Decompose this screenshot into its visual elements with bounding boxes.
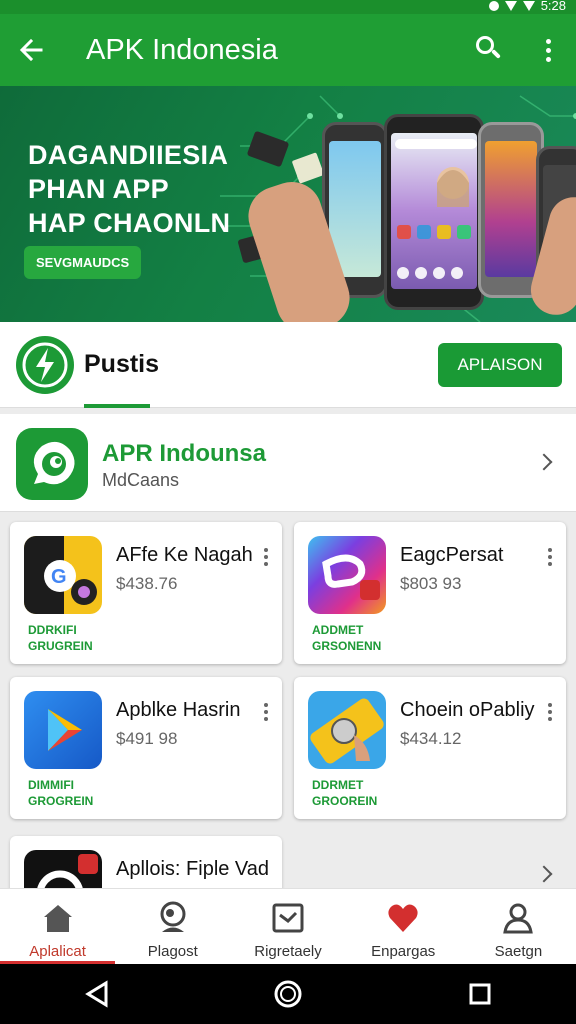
square-recents-icon	[469, 983, 491, 1005]
status-time: 5:28	[540, 0, 566, 13]
triangle-back-icon	[85, 980, 108, 1008]
more-vert-icon[interactable]	[546, 548, 554, 568]
banner-headline: DAGANDIIESIA PHAN APP HAP CHAONLN	[28, 140, 231, 238]
wifi-icon	[504, 0, 517, 11]
card-title: Apblke Hasrin	[116, 699, 241, 721]
more-options-button[interactable]	[534, 30, 562, 70]
battery-app-icon	[308, 691, 386, 769]
nav-item-account[interactable]: Plagost	[115, 889, 230, 964]
colorful-app-icon	[308, 536, 386, 614]
app-subtitle: MdCaans	[102, 470, 180, 490]
inbox-icon	[272, 903, 304, 933]
active-tab-indicator	[84, 404, 150, 408]
app-title: APK Indonesia	[86, 33, 278, 66]
nav-item-favorites[interactable]: Enpargas	[346, 889, 461, 964]
system-navigation-bar	[0, 964, 576, 1024]
heart-icon	[388, 904, 418, 932]
card-tag: DIMMIFI GROGREIN	[28, 778, 94, 808]
app-card[interactable]: Apblke Hasrin $491 98 DIMMIFI GROGREIN	[10, 677, 282, 819]
bolt-logo-icon	[16, 336, 74, 394]
status-bar: 5:28	[0, 0, 576, 14]
more-vert-icon[interactable]	[262, 703, 270, 723]
card-tag: DDRMET GROOREIN	[312, 778, 378, 808]
featured-section: Pustis APLAISON	[0, 322, 576, 408]
back-button[interactable]	[0, 14, 62, 86]
card-price: $491 98	[116, 729, 178, 748]
signal-icon	[522, 0, 535, 11]
app-bar: APK Indonesia	[0, 14, 576, 86]
home-icon	[43, 905, 72, 932]
app-card[interactable]: EagcPersat $803 93 ADDMET GRSONENN	[294, 522, 566, 664]
card-title: Choein oPabliy	[400, 699, 535, 721]
phone-image	[384, 114, 484, 310]
app-name: APR Indounsa	[102, 440, 267, 467]
more-vert-icon[interactable]	[546, 703, 554, 723]
featured-action-button[interactable]: APLAISON	[438, 343, 562, 387]
camera-app-icon: G	[24, 536, 102, 614]
chevron-right-icon[interactable]	[535, 865, 553, 883]
card-price: $434.12	[400, 729, 462, 748]
more-vert-icon[interactable]	[262, 548, 270, 568]
banner-cta-button[interactable]: SEVGMAUDCS	[24, 246, 142, 279]
svg-text:G: G	[51, 566, 67, 588]
card-price: $438.76	[116, 574, 178, 593]
bottom-navigation: Aplalicat Plagost Rigretaely Enpargas Sa…	[0, 888, 576, 964]
search-button[interactable]	[470, 30, 510, 70]
notification-icon	[488, 0, 499, 11]
chevron-right-icon[interactable]	[535, 453, 553, 471]
app-card[interactable]: G AFfe Ke Nagah $438.76 DDRKIFI GRUGREIN	[10, 522, 282, 664]
more-vert-icon	[545, 38, 551, 44]
profile-icon	[503, 903, 534, 934]
card-title: AFfe Ke Nagah	[116, 544, 253, 566]
account-icon	[160, 901, 186, 932]
recents-nav-button[interactable]	[450, 969, 510, 1019]
nav-item-home[interactable]: Aplalicat	[0, 889, 116, 964]
app-header-row[interactable]: APR Indounsa MdCaans	[0, 414, 576, 512]
card-tag: ADDMET GRSONENN	[312, 623, 382, 653]
play-store-icon	[24, 691, 102, 769]
app-card-partial[interactable]: Apllois: Fiple Vad	[10, 836, 282, 910]
featured-tab-label[interactable]: Pustis	[84, 350, 159, 379]
card-price: $803 93	[400, 574, 462, 593]
card-tag: DDRKIFI GRUGREIN	[28, 623, 93, 653]
nav-item-profile[interactable]: Saetgn	[461, 889, 576, 964]
card-title: Apllois: Fiple Vad	[116, 858, 270, 880]
arrow-back-icon	[19, 38, 43, 62]
promo-banner[interactable]: DAGANDIIESIA PHAN APP HAP CHAONLN SEVGMA…	[0, 86, 576, 322]
back-nav-button[interactable]	[66, 969, 126, 1019]
nav-item-inbox[interactable]: Rigretaely	[230, 889, 345, 964]
app-card[interactable]: Choein oPabliy $434.12 DDRMET GROOREIN	[294, 677, 566, 819]
app-logo-icon	[16, 428, 88, 500]
home-nav-button[interactable]	[258, 969, 318, 1019]
card-title: EagcPersat	[400, 544, 504, 566]
circle-home-icon	[274, 980, 302, 1008]
